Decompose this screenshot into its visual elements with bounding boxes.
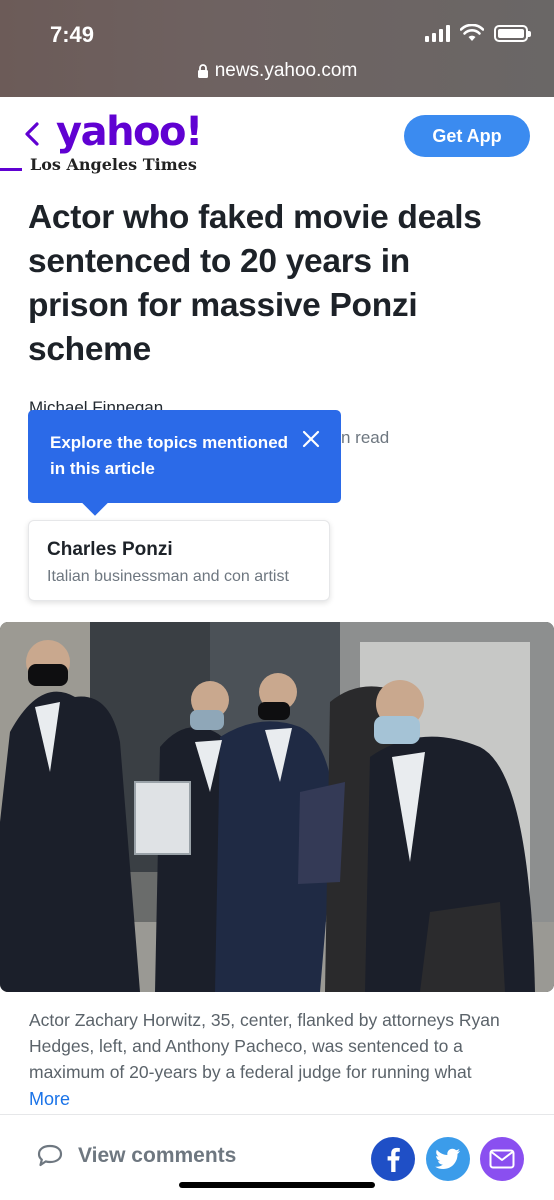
- wifi-icon: [460, 24, 484, 41]
- view-comments-label: View comments: [78, 1144, 237, 1167]
- mail-share-button[interactable]: [480, 1137, 524, 1181]
- source-logo: Los Angeles Times: [30, 158, 197, 174]
- topics-tooltip: Explore the topics mentioned in this art…: [28, 410, 341, 503]
- browser-chrome: 7:49 news.yahoo.com: [0, 0, 554, 97]
- close-icon[interactable]: [301, 429, 321, 449]
- view-comments-button[interactable]: View comments: [36, 1143, 236, 1169]
- lock-icon: [197, 63, 208, 78]
- tooltip-text: Explore the topics mentioned in this art…: [50, 433, 289, 478]
- facebook-share-button[interactable]: [371, 1137, 415, 1181]
- article-photo[interactable]: [0, 622, 554, 992]
- topic-name: Charles Ponzi: [47, 539, 173, 560]
- home-indicator: [179, 1182, 375, 1188]
- photo-caption: Actor Zachary Horwitz, 35, center, flank…: [29, 1010, 500, 1082]
- more-link[interactable]: More: [29, 1089, 70, 1110]
- battery-icon: [494, 24, 531, 42]
- comment-icon: [37, 1144, 63, 1167]
- twitter-share-button[interactable]: [426, 1137, 470, 1181]
- topic-description: Italian businessman and con artist: [47, 568, 289, 585]
- read-time: n read: [341, 428, 390, 447]
- twitter-icon: [435, 1148, 460, 1169]
- yahoo-logo[interactable]: yahoo!: [56, 109, 203, 155]
- url-bar[interactable]: news.yahoo.com: [0, 60, 554, 82]
- facebook-icon: [387, 1147, 400, 1172]
- back-chevron-icon[interactable]: [20, 119, 46, 149]
- get-app-button[interactable]: Get App: [404, 115, 530, 157]
- status-time: 7:49: [50, 22, 95, 47]
- photo-illustration: [0, 622, 554, 992]
- topic-card[interactable]: Charles Ponzi Italian businessman and co…: [28, 520, 330, 601]
- progress-accent: [0, 168, 22, 171]
- status-icons: [425, 24, 531, 42]
- signal-icon: [425, 24, 450, 42]
- article-headline: Actor who faked movie deals sentenced to…: [28, 199, 482, 368]
- mail-icon: [489, 1149, 515, 1169]
- url-text: news.yahoo.com: [214, 60, 358, 81]
